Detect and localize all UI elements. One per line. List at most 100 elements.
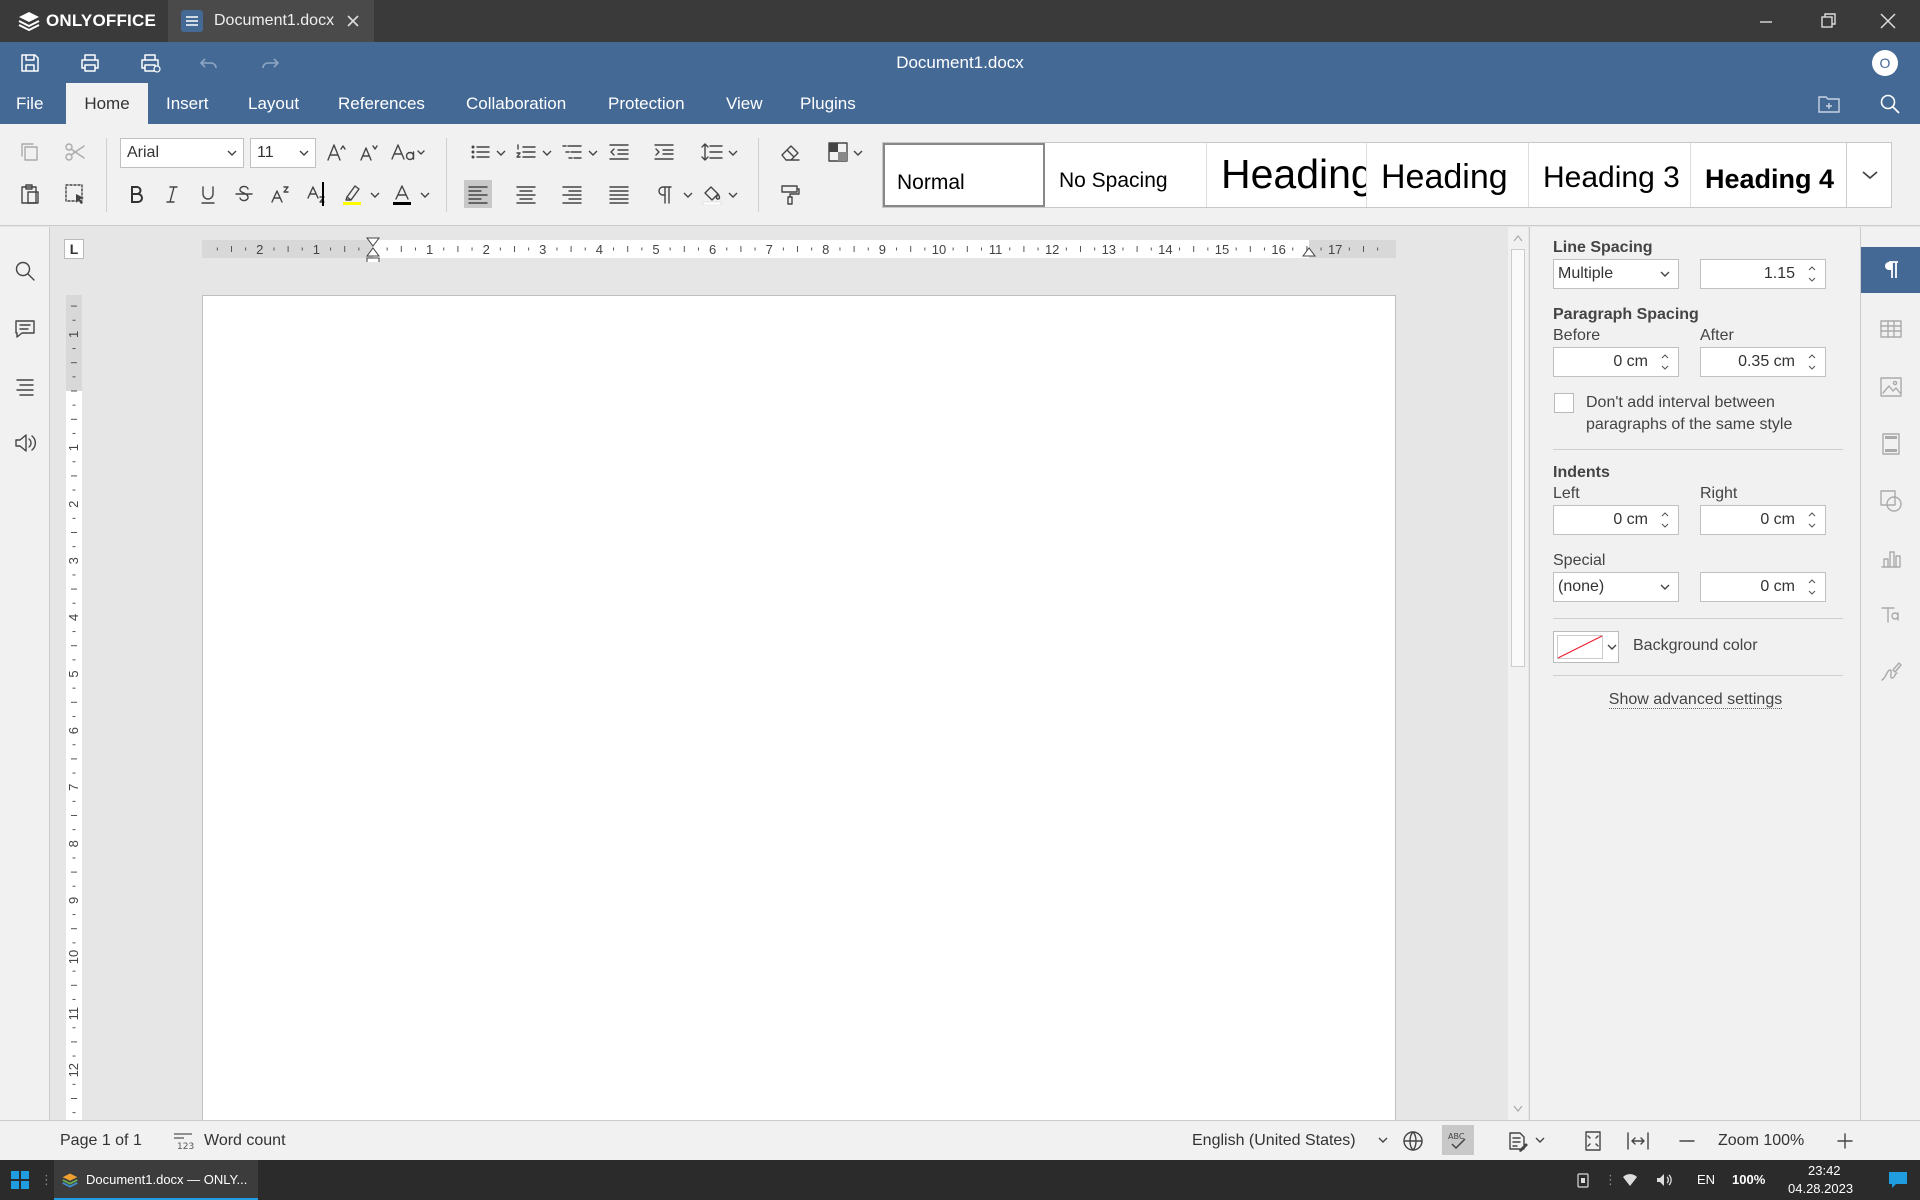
- horizontal-ruler[interactable]: 2 1 1 2 3 4 5 6 7 8 9 10 11 12 13 14 15 16 17: [202, 236, 1396, 262]
- copy-style-button[interactable]: [776, 180, 804, 208]
- tab-view[interactable]: View: [710, 83, 779, 124]
- fit-to-width-icon[interactable]: [1626, 1130, 1650, 1152]
- chevron-down-icon[interactable]: [853, 150, 863, 157]
- decrease-font-button[interactable]: [354, 138, 382, 166]
- chevron-down-icon[interactable]: [1535, 1137, 1545, 1144]
- clock-date[interactable]: 04.28.2023: [1788, 1181, 1853, 1196]
- search-icon[interactable]: [13, 259, 37, 283]
- copy-button[interactable]: [16, 138, 44, 166]
- spell-check-button[interactable]: ABC: [1442, 1125, 1474, 1155]
- spacing-before-input[interactable]: 0 cm: [1553, 347, 1679, 377]
- font-color-dropdown-icon[interactable]: [420, 192, 430, 199]
- keyboard-language[interactable]: EN: [1697, 1172, 1715, 1187]
- document-language-icon[interactable]: [1402, 1130, 1424, 1152]
- minimize-icon[interactable]: [1754, 9, 1778, 33]
- scroll-down-icon[interactable]: [1513, 1105, 1523, 1112]
- spacing-after-input[interactable]: 0.35 cm: [1700, 347, 1826, 377]
- style-heading-1[interactable]: Heading: [1207, 143, 1367, 207]
- color-scheme-button[interactable]: [824, 138, 852, 166]
- notifications-icon[interactable]: [1888, 1171, 1908, 1189]
- show-advanced-settings-link[interactable]: Show advanced settings: [1530, 691, 1861, 709]
- tab-layout[interactable]: Layout: [232, 83, 315, 124]
- tab-plugins[interactable]: Plugins: [784, 83, 872, 124]
- highlight-dropdown-icon[interactable]: [370, 192, 380, 199]
- cut-button[interactable]: [61, 138, 89, 166]
- zoom-out-icon[interactable]: [1676, 1130, 1698, 1152]
- feedback-speaker-icon[interactable]: [13, 431, 37, 455]
- line-spacing-value-input[interactable]: 1.15: [1700, 259, 1826, 289]
- tab-collaboration[interactable]: Collaboration: [450, 83, 582, 124]
- header-footer-settings-icon[interactable]: [1879, 432, 1903, 456]
- vertical-ruler[interactable]: 1123456789101112: [64, 295, 84, 1120]
- open-file-location-icon[interactable]: [1817, 93, 1841, 115]
- spinner-icon[interactable]: [1807, 351, 1817, 373]
- zoom-level[interactable]: Zoom 100%: [1718, 1121, 1804, 1161]
- tab-stop-selector[interactable]: L: [64, 239, 84, 259]
- line-spacing-button[interactable]: [698, 138, 726, 166]
- scrollbar-thumb[interactable]: [1511, 249, 1525, 667]
- tab-protection[interactable]: Protection: [592, 83, 701, 124]
- font-family-select[interactable]: Arial: [120, 138, 244, 168]
- clock-time[interactable]: 23:42: [1808, 1163, 1841, 1178]
- zoom-in-icon[interactable]: [1834, 1130, 1856, 1152]
- styles-expand-button[interactable]: [1849, 143, 1891, 207]
- special-indent-select[interactable]: (none): [1553, 572, 1679, 602]
- chart-settings-icon[interactable]: [1879, 546, 1903, 570]
- style-no-spacing[interactable]: No Spacing: [1045, 143, 1207, 207]
- image-settings-icon[interactable]: [1879, 375, 1903, 399]
- align-right-button[interactable]: [558, 180, 586, 208]
- background-color-picker[interactable]: [1553, 631, 1619, 663]
- decrease-indent-button[interactable]: [605, 138, 633, 166]
- select-all-button[interactable]: [61, 180, 89, 208]
- chevron-down-icon[interactable]: [496, 150, 506, 157]
- change-case-button[interactable]: [388, 138, 428, 166]
- subscript-button[interactable]: [302, 180, 330, 208]
- increase-indent-button[interactable]: [650, 138, 678, 166]
- fit-to-page-icon[interactable]: [1582, 1130, 1604, 1152]
- style-heading-3[interactable]: Heading 3: [1529, 143, 1691, 207]
- page-counter[interactable]: Page 1 of 1: [60, 1121, 142, 1161]
- volume-icon[interactable]: [1655, 1171, 1673, 1189]
- clear-style-button[interactable]: [776, 138, 804, 166]
- line-spacing-mode-select[interactable]: Multiple: [1553, 259, 1679, 289]
- word-count-button[interactable]: Word count: [204, 1121, 286, 1161]
- underline-button[interactable]: [194, 180, 222, 208]
- vertical-scrollbar[interactable]: [1508, 227, 1528, 1120]
- tab-references[interactable]: References: [322, 83, 441, 124]
- user-avatar[interactable]: O: [1872, 50, 1898, 76]
- restore-icon[interactable]: [1816, 9, 1840, 33]
- close-window-icon[interactable]: [1876, 9, 1900, 33]
- tab-home[interactable]: Home: [66, 83, 148, 124]
- chevron-down-icon[interactable]: [1378, 1137, 1388, 1144]
- spinner-icon[interactable]: [1807, 263, 1817, 285]
- bullets-button[interactable]: [466, 138, 494, 166]
- font-color-button[interactable]: [388, 180, 416, 208]
- style-normal[interactable]: Normal: [883, 143, 1045, 207]
- align-left-button[interactable]: [464, 180, 492, 208]
- battery-level[interactable]: 100%: [1732, 1172, 1765, 1187]
- paste-button[interactable]: [16, 180, 44, 208]
- signature-settings-icon[interactable]: [1879, 660, 1903, 684]
- track-changes-icon[interactable]: [1506, 1130, 1528, 1152]
- shape-settings-icon[interactable]: [1879, 489, 1903, 513]
- chevron-down-icon[interactable]: [588, 150, 598, 157]
- scroll-up-icon[interactable]: [1513, 235, 1523, 242]
- search-icon[interactable]: [1878, 92, 1902, 116]
- navigation-icon[interactable]: [13, 374, 37, 398]
- wifi-icon[interactable]: [1622, 1172, 1638, 1188]
- shading-button[interactable]: [698, 180, 726, 208]
- strikethrough-button[interactable]: [230, 180, 258, 208]
- document-tab[interactable]: Document1.docx: [168, 0, 374, 42]
- highlight-color-button[interactable]: [338, 180, 366, 208]
- italic-button[interactable]: [158, 180, 186, 208]
- document-page[interactable]: [202, 295, 1396, 1120]
- paragraph-settings-tab[interactable]: [1861, 247, 1920, 293]
- nonprinting-characters-button[interactable]: [650, 180, 678, 208]
- chevron-down-icon[interactable]: [542, 150, 552, 157]
- font-size-select[interactable]: 11: [250, 138, 316, 168]
- multilevel-list-button[interactable]: [558, 138, 586, 166]
- close-tab-icon[interactable]: [344, 12, 362, 30]
- increase-font-button[interactable]: [322, 138, 350, 166]
- tab-insert[interactable]: Insert: [150, 83, 225, 124]
- spinner-icon[interactable]: [1660, 509, 1670, 531]
